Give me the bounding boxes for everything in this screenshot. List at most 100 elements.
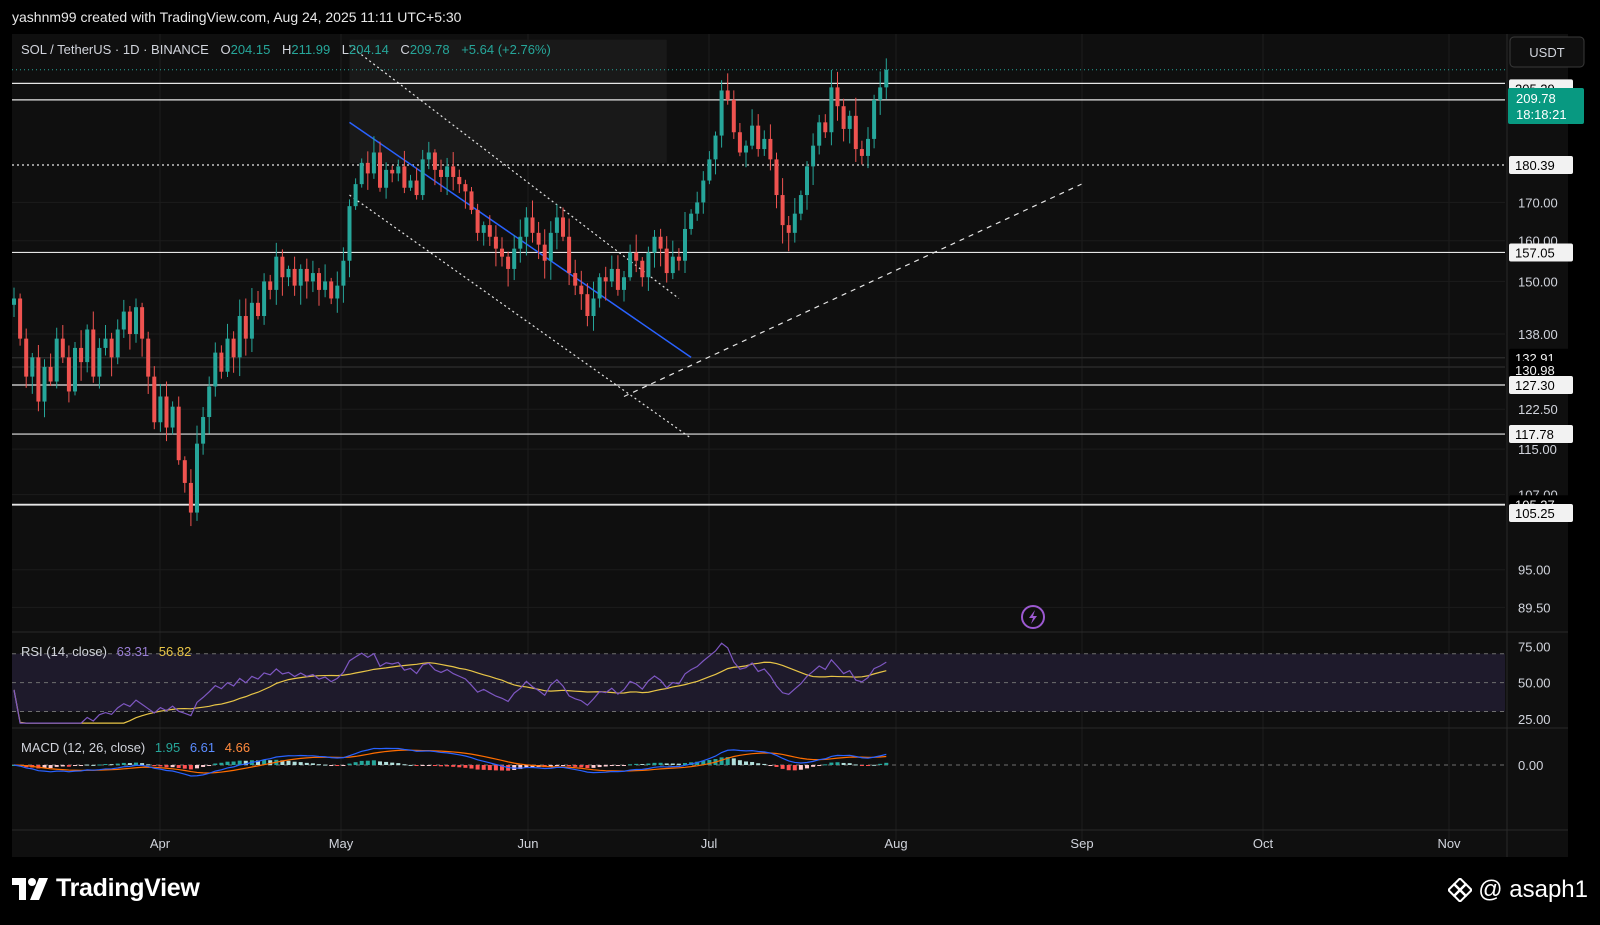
y-tick-label: 95.00 (1518, 563, 1551, 578)
macd-hist-bar (823, 764, 828, 766)
macd-hist-bar (304, 762, 309, 765)
candle-body (493, 236, 498, 249)
macd-hist-bar (396, 763, 401, 765)
candle-body (475, 209, 480, 233)
macd-hist-bar (146, 764, 151, 766)
macd-hist-bar (591, 765, 596, 768)
macd-hist-bar (670, 763, 675, 765)
macd-hist-bar (597, 765, 602, 768)
tradingview-wordmark: TradingView (56, 874, 200, 902)
macd-hist-bar (158, 765, 163, 767)
macd-hist-bar (109, 764, 114, 766)
candle-body (146, 338, 151, 377)
macd-hist-bar (676, 763, 681, 765)
macd-hist-bar (298, 762, 303, 765)
macd-hist-bar (365, 760, 370, 765)
candle-body (744, 145, 748, 153)
macd-hist-bar (585, 765, 590, 769)
candle-body (158, 396, 163, 423)
candle-body (182, 460, 187, 483)
candle-body (823, 122, 828, 133)
candle-body (48, 366, 53, 382)
macd-hist-bar (286, 760, 291, 765)
candle-body (603, 277, 608, 282)
candle-body (134, 307, 138, 335)
currency-button[interactable]: USDT (1509, 36, 1585, 68)
macd-hist-bar (622, 765, 626, 766)
candle-body (701, 180, 706, 203)
candle-body (548, 232, 553, 261)
y-tick-label: 115.00 (1518, 442, 1557, 457)
macd-hist-bar (164, 765, 169, 768)
chart-canvas[interactable]: 75.0050.0025.00 0.00 170.00160.00150.001… (0, 0, 1600, 862)
candle-body (121, 311, 126, 330)
candle-body (567, 236, 572, 274)
macd-hist-bar (414, 765, 419, 766)
candle-body (835, 87, 840, 107)
candle-body (256, 302, 260, 317)
macd-hist-bar (628, 764, 633, 766)
candle-body (518, 236, 523, 249)
candle-body (219, 352, 224, 372)
candle-body (750, 125, 755, 146)
macd-hist-bar (121, 762, 126, 765)
candle-body (243, 316, 248, 339)
candle-body (866, 138, 870, 156)
candle-body (127, 311, 132, 335)
level-tag-label: 180.39 (1515, 158, 1555, 173)
tradingview-brand[interactable]: TradingView (12, 874, 200, 903)
candle-body (609, 268, 614, 282)
candle-body (859, 149, 864, 156)
current-price: 209.78 (1516, 91, 1556, 106)
candle-body (530, 217, 535, 233)
candle-body (573, 273, 578, 286)
currency-label: USDT (1529, 45, 1564, 60)
candle-body (542, 244, 547, 261)
macd-hist-bar (768, 765, 773, 766)
candle-countdown: 18:18:21 (1516, 107, 1567, 122)
macd-hist-bar (225, 761, 230, 765)
candle-body (310, 273, 315, 282)
macd-hist-bar (176, 765, 181, 768)
rsi-legend: RSI (14, close) 63.31 56.82 (21, 644, 191, 659)
macd-hist-bar (866, 765, 870, 766)
candle-body (872, 99, 877, 139)
macd-hist-bar (347, 763, 352, 765)
macd-hist-bar (97, 764, 102, 766)
candle-body (12, 298, 16, 305)
macd-hist-bar (872, 764, 877, 766)
candle-body (79, 347, 84, 363)
candle-body (115, 329, 120, 358)
macd-hist-bar (859, 765, 864, 766)
candle-body (304, 268, 309, 282)
candle-body (713, 135, 718, 160)
level-tag-label: 130.98 (1515, 363, 1555, 378)
candle-body (731, 99, 736, 133)
macd-hist-bar (634, 763, 639, 765)
macd-hist-bar (853, 764, 858, 766)
candle-body (652, 236, 657, 253)
macd-hist-bar (207, 765, 212, 766)
candle-body (615, 268, 620, 290)
macd-hist-bar (60, 765, 65, 767)
macd-hist-bar (792, 765, 797, 771)
macd-hist-bar (878, 763, 883, 765)
y-tick-label: 150.00 (1518, 274, 1558, 289)
candle-body (658, 236, 663, 249)
candle-body (805, 166, 809, 196)
candle-body (774, 159, 779, 196)
ohlc-legend: SOL / TetherUS · 1D · BINANCE O204.15 H2… (21, 42, 551, 57)
macd-hist-bar (451, 765, 456, 767)
macd-hist-bar (408, 764, 413, 766)
macd-hist-bar (750, 761, 755, 765)
candle-body (268, 281, 273, 290)
macd-legend: MACD (12, 26, close) 1.95 6.61 4.66 (21, 740, 250, 755)
candle-body (408, 180, 413, 188)
candle-body (426, 152, 431, 160)
candle-body (670, 256, 675, 274)
candle-body (780, 195, 785, 226)
macd-hist-bar (579, 765, 584, 768)
candle-body (561, 217, 565, 237)
macd-hist-bar (231, 761, 236, 765)
x-tick-label: Jun (518, 836, 539, 851)
